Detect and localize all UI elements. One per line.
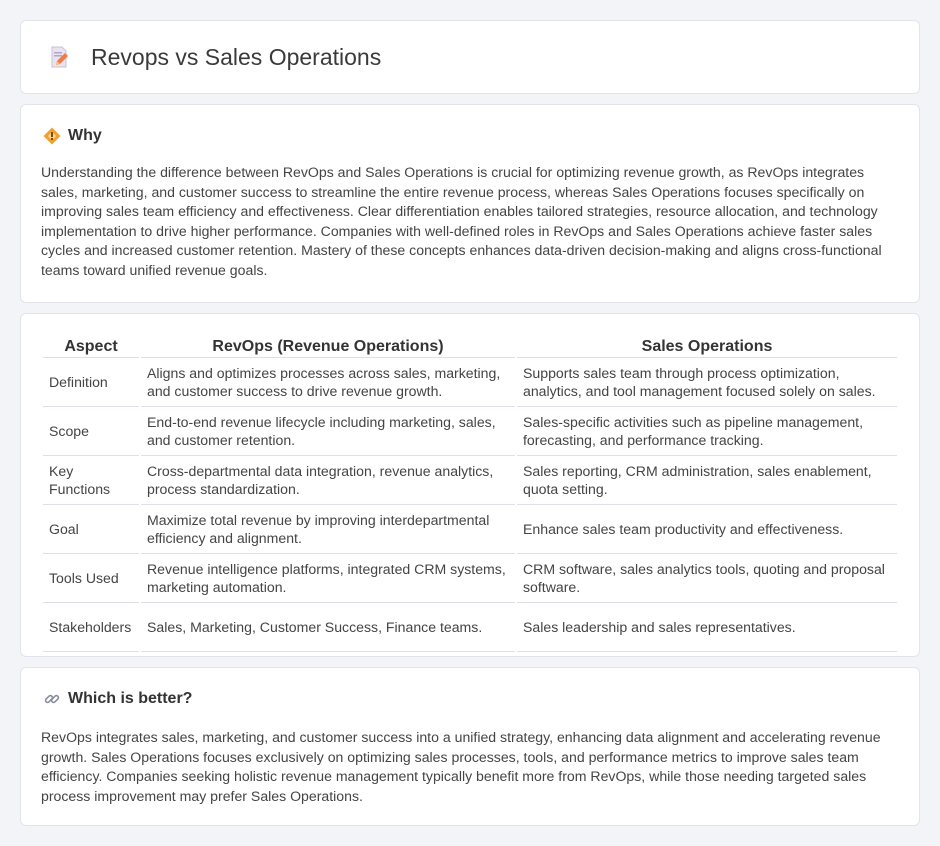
row-sales-operations: Supports sales team through process opti… [517,358,897,407]
better-card: Which is better? RevOps integrates sales… [20,667,920,826]
table-row: Key Functions Cross-departmental data in… [43,456,897,505]
row-revops: Sales, Marketing, Customer Success, Fina… [141,603,515,652]
table-row: Stakeholders Sales, Marketing, Customer … [43,603,897,652]
why-body: Understanding the difference between Rev… [41,164,882,278]
page-title: Revops vs Sales Operations [91,43,382,70]
table-row: Definition Aligns and optimizes processe… [43,358,897,407]
link-icon [44,694,60,704]
header-aspect: Aspect [43,334,139,358]
row-aspect: Tools Used [43,554,139,603]
table-row: Tools Used Revenue intelligence platform… [43,554,897,603]
row-sales-operations: Sales-specific activities such as pipeli… [517,407,897,456]
better-body: RevOps integrates sales, marketing, and … [41,729,881,804]
row-aspect: Definition [43,358,139,407]
row-revops: Aligns and optimizes processes across sa… [141,358,515,407]
document-edit-icon [51,46,68,68]
header-revops: RevOps (Revenue Operations) [141,334,515,358]
row-aspect: Goal [43,505,139,554]
header-sales-operations: Sales Operations [517,334,897,358]
table-row: Goal Maximize total revenue by improving… [43,505,897,554]
why-card: Why Understanding the difference between… [20,104,920,303]
row-revops: Cross-departmental data integration, rev… [141,456,515,505]
row-revops: End-to-end revenue lifecycle including m… [141,407,515,456]
table-row: Scope End-to-end revenue lifecycle inclu… [43,407,897,456]
row-sales-operations: Sales reporting, CRM administration, sal… [517,456,897,505]
title-card: Revops vs Sales Operations [20,20,920,94]
row-revops: Maximize total revenue by improving inte… [141,505,515,554]
row-revops: Revenue intelligence platforms, integrat… [141,554,515,603]
row-sales-operations: CRM software, sales analytics tools, quo… [517,554,897,603]
row-sales-operations: Sales leadership and sales representativ… [517,603,897,652]
row-aspect: Scope [43,407,139,456]
comparison-table: Aspect RevOps (Revenue Operations) Sales… [41,334,899,652]
diamond-signal-icon [43,127,61,145]
better-title: Which is better? [68,690,193,707]
row-aspect: Key Functions [43,456,139,505]
comparison-card: Aspect RevOps (Revenue Operations) Sales… [20,313,920,657]
table-header-row: Aspect RevOps (Revenue Operations) Sales… [43,334,897,358]
row-sales-operations: Enhance sales team productivity and effe… [517,505,897,554]
why-title: Why [68,127,102,144]
row-aspect: Stakeholders [43,603,139,652]
